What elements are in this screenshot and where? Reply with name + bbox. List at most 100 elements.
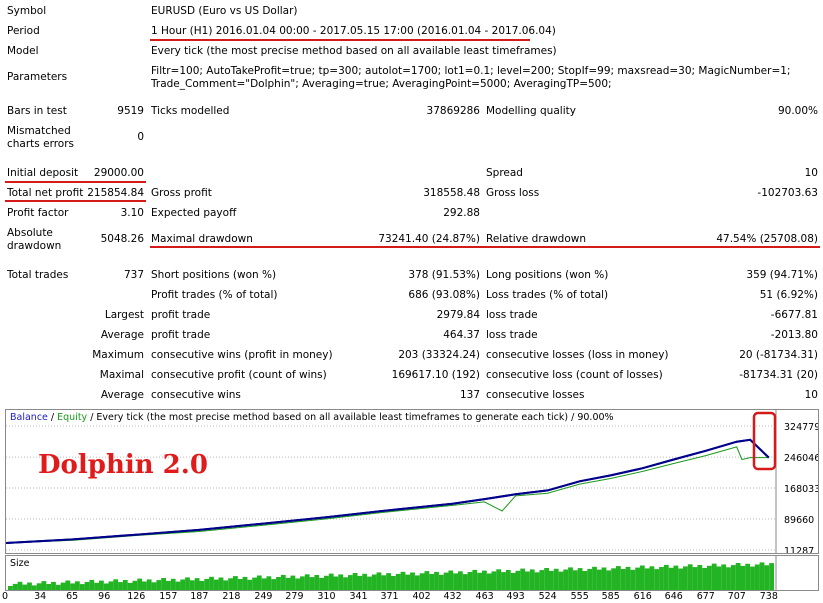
maxloss-value: -81734.31 (20) [739,369,818,381]
size-bar [529,569,535,590]
size-bar [462,574,468,590]
x-tick-label: 218 [222,591,241,602]
size-bar [505,570,511,590]
avgwins-label: consecutive wins [151,389,241,401]
maxprofit-label: consecutive profit (count of wins) [151,369,327,381]
size-bar [496,569,502,590]
size-bar [189,580,195,590]
symbol-label: Symbol [7,5,47,17]
chart-legend: Balance / Equity / Every tick (the most … [10,412,614,423]
size-bar [137,578,143,590]
maximum-label: Maximum [92,349,144,361]
x-tick-label: 555 [570,591,589,602]
drawdown-highlight-box [752,411,777,471]
average-profit-label: profit trade [151,329,211,341]
size-bar [285,577,291,590]
model-label: Model [7,45,39,57]
maxprofit-value: 169617.10 (192) [391,369,480,381]
x-tick-label: 310 [317,591,336,602]
size-bar [357,575,363,590]
x-tick-label: 432 [443,591,462,602]
bars-value: 9519 [117,105,144,117]
size-bar [438,574,444,590]
size-bar [118,582,123,590]
size-bar [639,565,645,590]
quality-value: 90.00% [777,105,818,117]
size-bar [625,566,631,590]
size-bar [759,562,765,590]
size-bar [333,576,339,590]
y-tick-label: 324779 [784,422,819,433]
size-bar [740,565,746,590]
largest-profit-label: profit trade [151,309,211,321]
size-bar [419,573,425,590]
size-bar [328,573,334,590]
parameters-label: Parameters [7,71,68,83]
size-bar [300,576,305,590]
size-bar [544,568,549,590]
avglosses-value: 10 [804,389,818,401]
legend-balance: Balance [10,412,48,423]
size-bar [434,571,439,590]
x-tick-label: 402 [412,591,431,602]
maxlosses-label: consecutive losses (loss in money) [486,349,669,361]
x-tick-label: 157 [159,591,178,602]
size-plot [8,556,777,590]
size-bar [218,577,224,590]
size-bar [266,576,272,590]
y-tick-label: 246046 [784,453,819,464]
size-chart: Size [5,555,819,591]
size-bar [142,581,147,590]
size-bar [620,569,626,590]
ticks-label: Ticks modelled [151,105,230,117]
size-bar [515,570,521,590]
size-bar [678,568,684,590]
x-tick-label: 65 [66,591,79,602]
size-bar [376,572,382,590]
maxdd-value: 73241.40 (24.87%) [378,233,480,245]
size-bar [735,563,741,590]
deposit-value: 29000.00 [93,167,144,179]
x-tick-label: 187 [190,591,209,602]
size-bar [400,571,406,590]
size-bar [347,575,353,590]
size-bar [572,570,578,590]
avglosses-label: consecutive losses [486,389,585,401]
size-bar [697,565,703,590]
short-label: Short positions (won %) [151,269,277,281]
size-bar [242,576,248,590]
size-bar [252,577,257,590]
size-bar [89,579,95,590]
size-bar [501,572,506,590]
size-bar [371,574,377,590]
size-bar [616,566,621,590]
size-bar [563,569,569,590]
size-bar [213,579,219,590]
size-bar [673,565,679,590]
x-tick-label: 463 [475,591,494,602]
size-bar [41,581,47,590]
size-bar [70,583,75,590]
mismatch-value: 0 [137,131,144,143]
x-tick-label: 249 [254,591,273,602]
size-bar [343,577,348,590]
size-bar [338,574,344,590]
largest-loss-label: loss trade [486,309,538,321]
size-bar [314,575,320,590]
size-bar [113,579,119,590]
size-bar [549,570,554,590]
size-bar [108,581,114,590]
maxloss-label: consecutive loss (count of losses) [486,369,663,381]
profitfactor-value: 3.10 [120,207,144,219]
long-label: Long positions (won %) [486,269,609,281]
reldd-value: 47.54% (25708.08) [716,233,818,245]
spread-value: 10 [804,167,818,179]
size-bar [27,582,32,590]
x-tick-label: 126 [127,591,146,602]
grossloss-label: Gross loss [486,187,540,199]
size-bar [228,578,233,590]
size-bar [702,567,707,590]
size-bar [525,571,530,590]
size-bar [410,572,415,590]
x-tick-label: 677 [696,591,715,602]
